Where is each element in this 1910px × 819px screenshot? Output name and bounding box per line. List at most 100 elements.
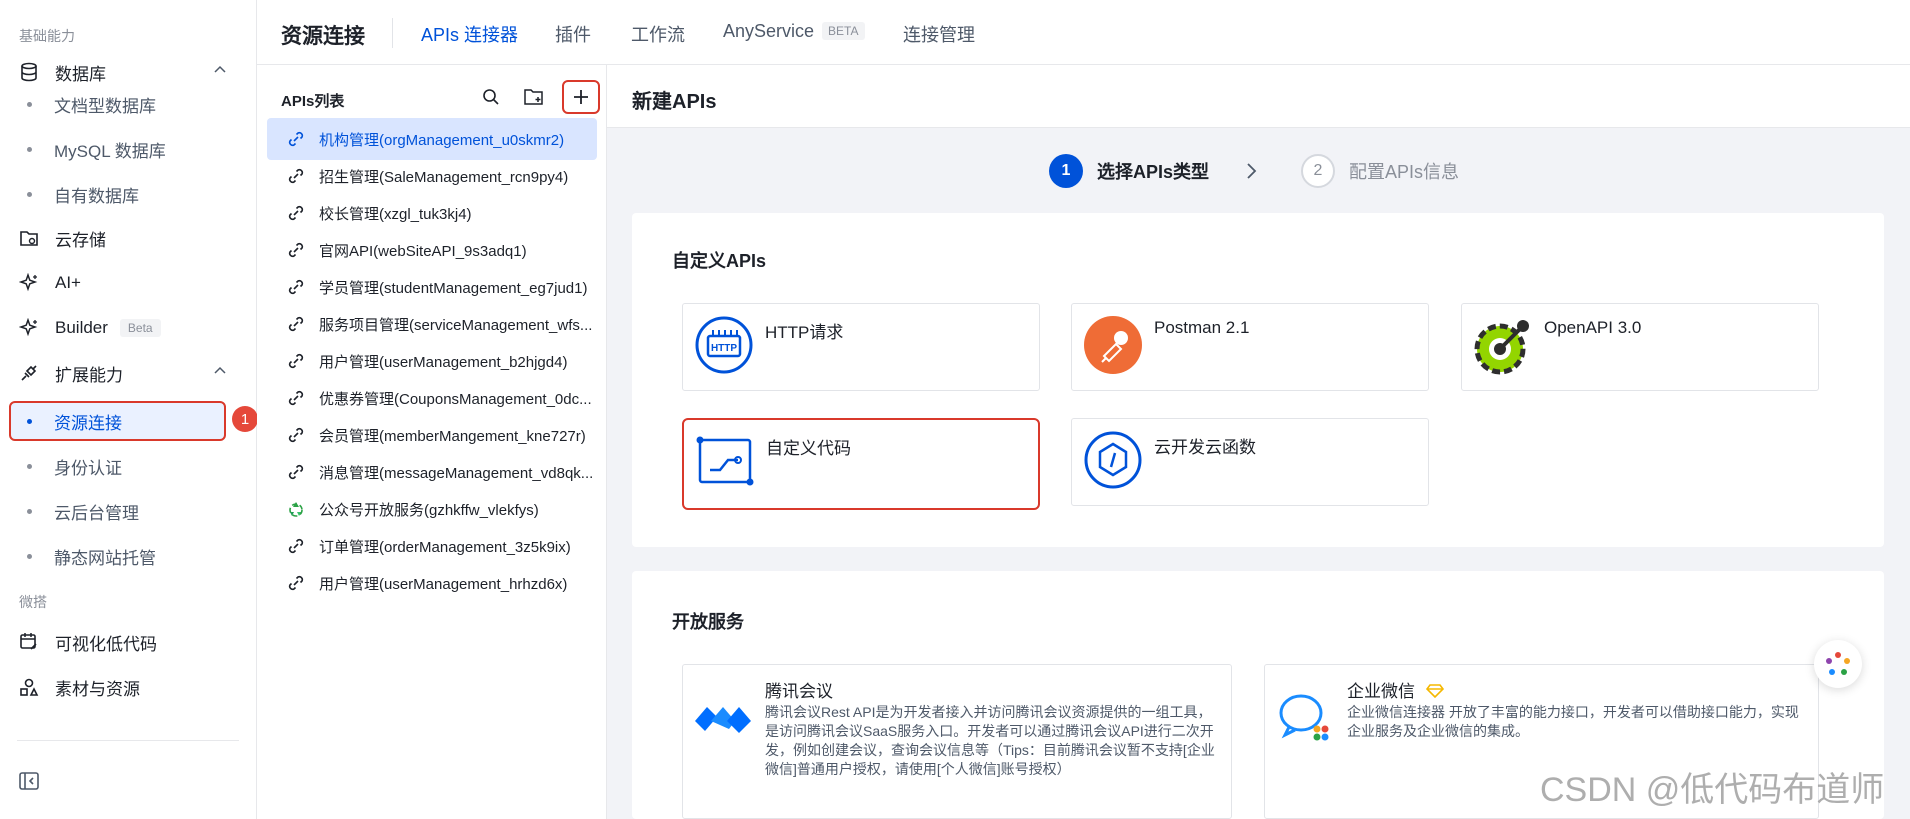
collapse-sidebar-icon[interactable] — [19, 772, 39, 795]
api-list-item[interactable]: 机构管理(orgManagement_u0skmr2) — [267, 118, 597, 160]
beta-badge: BETA — [822, 22, 865, 40]
section-title: 开放服务 — [672, 612, 744, 632]
service-description: 腾讯会议Rest API是为开发者接入并访问腾讯会议资源提供的一组工具，是访问腾… — [765, 704, 1215, 777]
sidebar: 基础能力 数据库 文档型数据库 MySQL 数据库 自有数据库 云存储 AI+ … — [0, 0, 258, 819]
api-item-label: 招生管理(SaleManagement_rcn9py4) — [319, 168, 569, 186]
tab-label: AnyService — [723, 21, 815, 41]
api-list-item[interactable]: 学员管理(studentManagement_eg7jud1) — [267, 266, 597, 308]
add-api-button[interactable] — [562, 80, 600, 114]
tab-plugins[interactable]: 插件 — [555, 21, 591, 47]
service-description: 企业微信连接器 开放了丰富的能力接口，开发者可以借助接口能力，实现企业服务及企业… — [1347, 704, 1799, 739]
option-postman[interactable]: Postman 2.1 — [1071, 303, 1429, 391]
link-icon — [285, 128, 307, 150]
svg-text:HTTP: HTTP — [711, 343, 737, 354]
option-cloud-function[interactable]: 云开发云函数 — [1071, 418, 1429, 506]
chevron-up-icon[interactable] — [213, 363, 227, 383]
service-name: 腾讯会议 — [765, 682, 833, 701]
new-folder-button[interactable] — [519, 82, 549, 112]
sidebar-item-extension[interactable]: 扩展能力 — [0, 353, 257, 393]
api-list-item[interactable]: 招生管理(SaleManagement_rcn9py4) — [267, 155, 597, 197]
divider — [17, 740, 239, 741]
assistant-logo-icon — [1826, 652, 1850, 675]
api-list-item[interactable]: 消息管理(messageManagement_vd8qk... — [267, 451, 597, 493]
api-list-item[interactable]: 订单管理(orderManagement_3z5k9ix) — [267, 525, 597, 567]
api-list-item[interactable]: 校长管理(xzgl_tuk3kj4) — [267, 192, 597, 234]
recycle-icon — [285, 498, 307, 520]
sidebar-subitem-resource-connect[interactable]: 资源连接 — [0, 401, 257, 441]
sidebar-subitem-own-db[interactable]: 自有数据库 — [0, 174, 257, 214]
plus-icon — [574, 90, 588, 104]
api-item-label: 服务项目管理(serviceManagement_wfs... — [319, 316, 593, 334]
tencent-meeting-icon — [695, 707, 751, 733]
api-list-item[interactable]: 公众号开放服务(gzhkffw_vlekfys) — [267, 488, 597, 530]
api-list-item[interactable]: 用户管理(userManagement_hrhzd6x) — [267, 562, 597, 604]
option-http-request[interactable]: HTTP HTTP请求 — [682, 303, 1040, 391]
step-label: 配置APIs信息 — [1349, 162, 1460, 182]
link-icon — [285, 239, 307, 261]
page-title: 资源连接 — [281, 25, 365, 48]
tab-anyservice[interactable]: AnyService BETA — [723, 21, 865, 42]
main-content: 新建APIs 1 选择APIs类型 2 配置APIs信息 自定义APIs HTT… — [607, 65, 1910, 819]
sidebar-item-builder[interactable]: Builder Beta — [0, 308, 257, 348]
sidebar-item-label: 云存储 — [55, 230, 106, 250]
sidebar-item-label: MySQL 数据库 — [54, 141, 166, 161]
tab-workflow[interactable]: 工作流 — [631, 21, 685, 47]
sidebar-subitem-mysql[interactable]: MySQL 数据库 — [0, 129, 257, 169]
api-item-label: 优惠券管理(CouponsManagement_0dc... — [319, 390, 592, 408]
api-list-item[interactable]: 用户管理(userManagement_b2hjgd4) — [267, 340, 597, 382]
sidebar-subitem-cloud-admin[interactable]: 云后台管理 — [0, 491, 257, 531]
api-item-label: 学员管理(studentManagement_eg7jud1) — [319, 279, 588, 297]
postman-icon — [1084, 316, 1142, 374]
api-list-item[interactable]: 官网API(webSiteAPI_9s3adq1) — [267, 229, 597, 271]
api-list-item[interactable]: 会员管理(memberMangement_kne727r) — [267, 414, 597, 456]
openapi-icon — [1474, 320, 1529, 375]
option-custom-code[interactable]: 自定义代码 — [682, 418, 1040, 510]
sidebar-subitem-static-hosting[interactable]: 静态网站托管 — [0, 536, 257, 576]
link-icon — [285, 572, 307, 594]
main-title: 新建APIs — [632, 91, 717, 113]
bullet-icon — [27, 418, 32, 424]
link-icon — [285, 313, 307, 335]
link-icon — [285, 276, 307, 298]
link-icon — [285, 202, 307, 224]
option-label: 云开发云函数 — [1154, 438, 1256, 457]
tab-connection-management[interactable]: 连接管理 — [903, 21, 975, 47]
step-number: 2 — [1301, 154, 1335, 188]
chevron-right-icon — [1245, 161, 1259, 186]
sidebar-subitem-doc-db[interactable]: 文档型数据库 — [0, 84, 257, 124]
api-list-item[interactable]: 优惠券管理(CouponsManagement_0dc... — [267, 377, 597, 419]
sidebar-subitem-auth[interactable]: 身份认证 — [0, 446, 257, 486]
api-list-panel: APIs列表 机构管理(orgManagement_u0skmr2) 招生管理(S… — [257, 65, 607, 819]
step-badge: 1 — [232, 406, 258, 432]
sidebar-item-label: 静态网站托管 — [54, 548, 156, 568]
plugin-icon — [17, 361, 41, 385]
link-icon — [285, 387, 307, 409]
api-item-label: 公众号开放服务(gzhkffw_vlekfys) — [319, 501, 539, 519]
sidebar-item-lowcode[interactable]: 可视化低代码 — [0, 622, 257, 662]
search-button[interactable] — [476, 82, 506, 112]
sidebar-item-cloud-storage[interactable]: 云存储 — [0, 218, 257, 258]
step-label: 选择APIs类型 — [1097, 162, 1210, 182]
service-tencent-meeting[interactable]: 腾讯会议 腾讯会议Rest API是为开发者接入并访问腾讯会议资源提供的一组工具… — [682, 664, 1232, 819]
sidebar-item-ai[interactable]: AI+ — [0, 263, 257, 303]
sidebar-item-label: 扩展能力 — [55, 365, 123, 385]
floating-assistant-button[interactable] — [1814, 640, 1862, 688]
service-name-text: 企业微信 — [1347, 682, 1415, 701]
tab-apis-connector[interactable]: APIs 连接器 — [421, 21, 518, 47]
section-basic-title: 基础能力 — [19, 28, 75, 44]
option-label: Postman 2.1 — [1154, 318, 1250, 337]
bullet-icon — [27, 463, 32, 469]
main-header: 新建APIs — [607, 65, 1910, 128]
api-list-title: APIs列表 — [281, 93, 345, 110]
link-icon — [285, 350, 307, 372]
chevron-up-icon[interactable] — [213, 62, 227, 82]
custom-apis-card: 自定义APIs HTTP HTTP请求 Postman 2.1 OpenAPI … — [632, 213, 1884, 547]
sidebar-item-label: 云后台管理 — [54, 503, 139, 523]
api-list-item[interactable]: 服务项目管理(serviceManagement_wfs... — [267, 303, 597, 345]
sidebar-item-label: 可视化低代码 — [55, 634, 157, 654]
calendar-edit-icon — [17, 630, 41, 654]
sidebar-item-assets[interactable]: 素材与资源 — [0, 667, 257, 707]
sparkle-icon — [17, 271, 41, 295]
sidebar-item-label: 身份认证 — [54, 458, 122, 478]
option-openapi[interactable]: OpenAPI 3.0 — [1461, 303, 1819, 391]
